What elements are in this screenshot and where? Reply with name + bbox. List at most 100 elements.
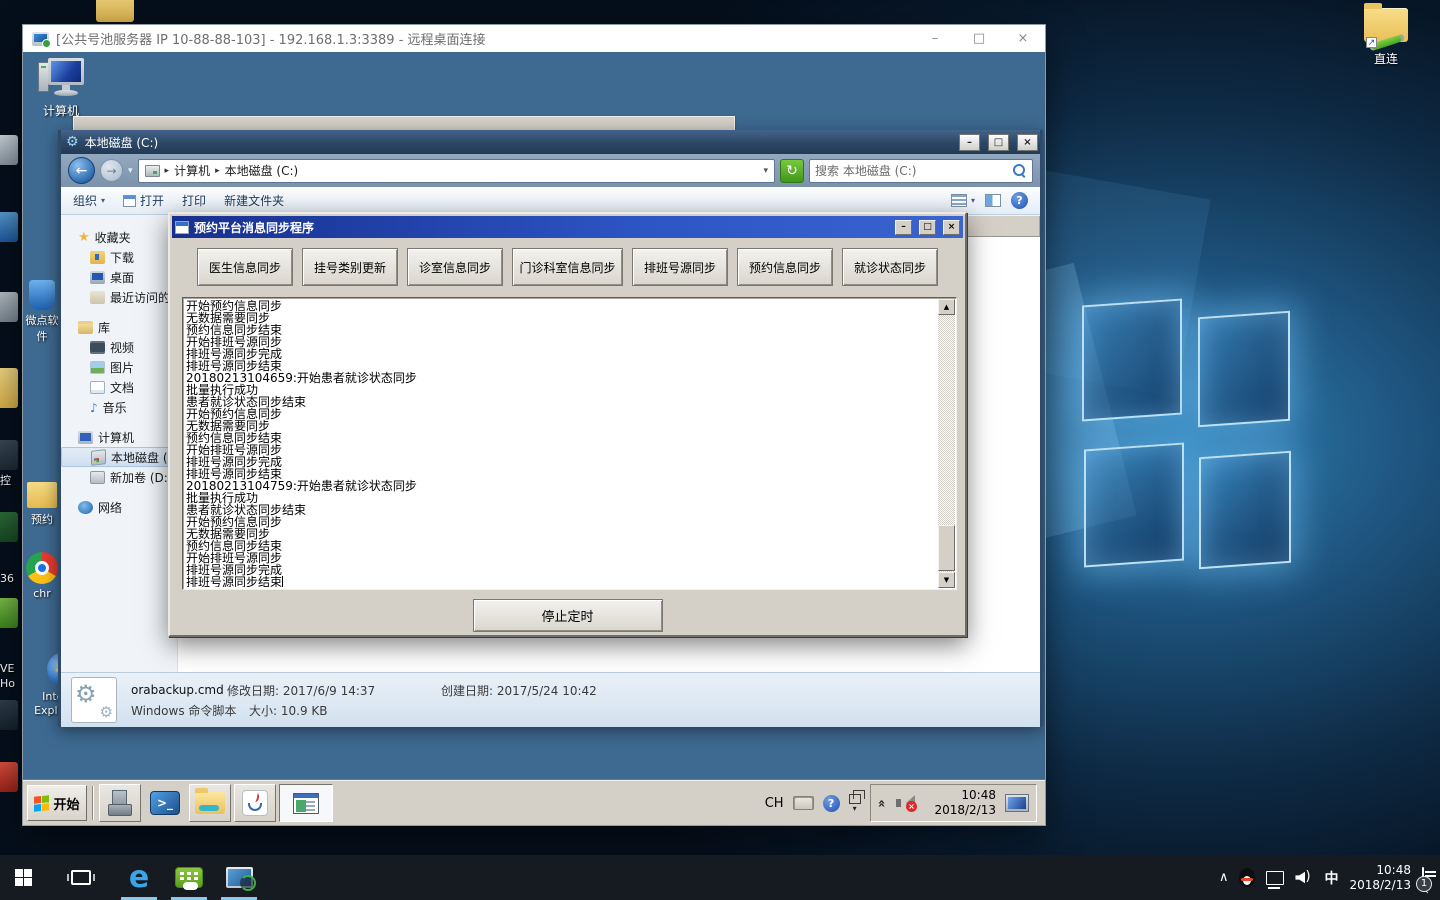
sync-log-textbox[interactable]: 开始预约信息同步 无数据需要同步 预约信息同步结束 开始排班号源同步 排班号源同…: [182, 297, 957, 590]
sidebar-item-pictures[interactable]: 图片: [61, 357, 177, 377]
host-clock[interactable]: 10:48 2018/2/13: [1349, 863, 1411, 893]
doctor-info-sync-button[interactable]: 医生信息同步: [197, 248, 293, 286]
organize-menu[interactable]: 组织 ▾: [73, 192, 105, 209]
preview-pane-button[interactable]: [985, 194, 1001, 207]
shortcut-arrow-icon: ↗: [1366, 37, 1377, 48]
keyboard-icon[interactable]: [792, 796, 814, 810]
scroll-up-button[interactable]: ▲: [938, 299, 955, 315]
dialog-titlebar[interactable]: 预约平台消息同步程序 – □ ×: [172, 216, 963, 238]
scroll-down-button[interactable]: ▼: [938, 572, 955, 588]
visit-status-sync-button[interactable]: 就诊状态同步: [842, 248, 939, 286]
show-hidden-icons-chevron[interactable]: ∧: [1219, 870, 1229, 885]
refresh-button[interactable]: ↻: [780, 158, 804, 183]
partial-desktop-icon[interactable]: [0, 700, 18, 730]
views-button[interactable]: ▾: [950, 194, 975, 207]
remote-icon-weidian[interactable]: 微点软件: [25, 280, 59, 344]
sidebar-item-documents[interactable]: 文档: [61, 377, 177, 397]
qq-icon[interactable]: [1239, 868, 1256, 887]
partial-desktop-icon[interactable]: [0, 212, 18, 242]
remote-start-button[interactable]: 开始: [27, 785, 87, 821]
breadcrumb[interactable]: ▸ 计算机 ▸ 本地磁盘 (C:) ▾: [137, 158, 775, 183]
start-button[interactable]: [0, 855, 46, 900]
explorer-maximize-button[interactable]: □: [988, 133, 1009, 151]
sidebar-item-downloads[interactable]: 下载: [61, 247, 177, 267]
remote-clock[interactable]: 10:48 2018/2/13: [926, 788, 996, 818]
sidebar-group-computer[interactable]: 计算机: [61, 427, 177, 447]
sync-app-task-button[interactable]: [279, 784, 333, 822]
explorer-launch-button[interactable]: [189, 784, 231, 822]
partial-desktop-icon[interactable]: [0, 598, 18, 628]
help-tray-icon[interactable]: ?: [822, 794, 840, 812]
muted-speaker-icon[interactable]: ×: [895, 794, 917, 812]
breadcrumb-dropdown-icon[interactable]: ▾: [763, 166, 768, 176]
server-manager-button[interactable]: [99, 784, 141, 822]
speaker-icon[interactable]: ): [1295, 869, 1313, 886]
breadcrumb-disk[interactable]: 本地磁盘 (C:): [225, 162, 299, 179]
sidebar-group-network[interactable]: 网络: [61, 497, 177, 517]
clinic-room-sync-button[interactable]: 诊室信息同步: [407, 248, 503, 286]
ime-indicator[interactable]: 中: [1324, 868, 1338, 888]
dialog-minimize-button[interactable]: –: [895, 219, 912, 235]
sidebar-item-recent[interactable]: 最近访问的位置: [61, 287, 177, 307]
open-button[interactable]: 打开: [123, 192, 164, 209]
new-folder-button[interactable]: 新建文件夹: [224, 192, 284, 209]
explorer-titlebar[interactable]: ⚙ 本地磁盘 (C:) – □ ×: [61, 130, 1040, 154]
scrollbar-thumb[interactable]: [938, 525, 955, 571]
network-icon[interactable]: [1266, 870, 1285, 889]
sidebar-item-desktop[interactable]: 桌面: [61, 267, 177, 287]
rdp-taskbar-button[interactable]: [216, 855, 262, 900]
input-keyboard-taskbar-button[interactable]: [166, 855, 212, 900]
sidebar-item-local-disk[interactable]: 本地磁盘 (C:): [61, 447, 177, 467]
action-center-button[interactable]: 1: [1416, 867, 1432, 892]
schedule-source-sync-button[interactable]: 排班号源同步: [632, 248, 729, 286]
back-button[interactable]: ←: [68, 157, 95, 184]
sidebar-item-new-volume[interactable]: 新加卷 (D:): [61, 467, 177, 487]
remote-icon-chrome[interactable]: chr: [25, 552, 59, 600]
powershell-button[interactable]: >_: [144, 784, 186, 822]
search-input[interactable]: 搜索 本地磁盘 (C:): [809, 158, 1033, 183]
log-scrollbar[interactable]: ▲ ▼: [938, 299, 955, 588]
rdp-titlebar[interactable]: [公共号池服务器 IP 10-88-88-103] - 192.168.1.3:…: [23, 25, 1045, 52]
sidebar-group-favorites[interactable]: ★ 收藏夹: [61, 227, 177, 247]
partial-desktop-icon[interactable]: [0, 512, 18, 542]
partial-desktop-icon[interactable]: [96, 0, 134, 22]
print-button[interactable]: 打印: [182, 192, 206, 209]
partial-desktop-icon[interactable]: [0, 440, 18, 470]
partial-desktop-icon[interactable]: [0, 292, 18, 322]
language-indicator[interactable]: CH: [765, 796, 784, 811]
log-line: 开始预约信息同步: [186, 515, 283, 529]
sidebar-group-libraries[interactable]: 库: [61, 317, 177, 337]
dialog-close-button[interactable]: ×: [943, 219, 960, 235]
rdp-minimize-button[interactable]: –: [913, 25, 957, 52]
sidebar-item-videos[interactable]: 视频: [61, 337, 177, 357]
rdp-maximize-button[interactable]: □: [957, 25, 1001, 52]
stop-timer-button[interactable]: 停止定时: [472, 599, 663, 632]
remote-icon-yuyue[interactable]: 预约: [25, 482, 59, 527]
dialog-maximize-button[interactable]: □: [919, 219, 936, 235]
outpatient-dept-sync-button[interactable]: 门诊科室信息同步: [512, 248, 624, 286]
history-dropdown-icon[interactable]: ▾: [128, 166, 133, 176]
partial-desktop-icon[interactable]: [0, 135, 18, 165]
show-hidden-icons-chevron[interactable]: »: [874, 799, 889, 807]
sidebar-item-music[interactable]: ♪ 音乐: [61, 397, 177, 417]
partial-desktop-icon[interactable]: [0, 368, 18, 408]
partial-icon-label: Ho: [0, 677, 16, 690]
explorer-close-button[interactable]: ×: [1017, 133, 1038, 151]
explorer-minimize-button[interactable]: –: [959, 133, 980, 151]
registration-type-update-button[interactable]: 挂号类别更新: [302, 248, 398, 286]
edge-taskbar-button[interactable]: e: [116, 855, 162, 900]
dropdown-icon: ▾: [852, 803, 857, 813]
desktop-shortcut-zhilian[interactable]: ↗ 直连: [1348, 3, 1424, 67]
partial-desktop-icon[interactable]: [0, 762, 18, 792]
forward-button[interactable]: →: [100, 159, 123, 182]
search-icon[interactable]: [1012, 163, 1027, 178]
task-view-button[interactable]: [58, 855, 104, 900]
show-desktop-icon[interactable]: [1005, 794, 1029, 812]
rdp-close-button[interactable]: ×: [1001, 25, 1045, 52]
help-button[interactable]: ?: [1011, 192, 1028, 209]
remote-icon-computer[interactable]: 计算机: [29, 58, 93, 119]
java-button[interactable]: [234, 784, 276, 822]
restore-layout-button[interactable]: ▾: [848, 789, 865, 813]
breadcrumb-computer[interactable]: 计算机: [174, 162, 210, 179]
appointment-info-sync-button[interactable]: 预约信息同步: [737, 248, 834, 286]
